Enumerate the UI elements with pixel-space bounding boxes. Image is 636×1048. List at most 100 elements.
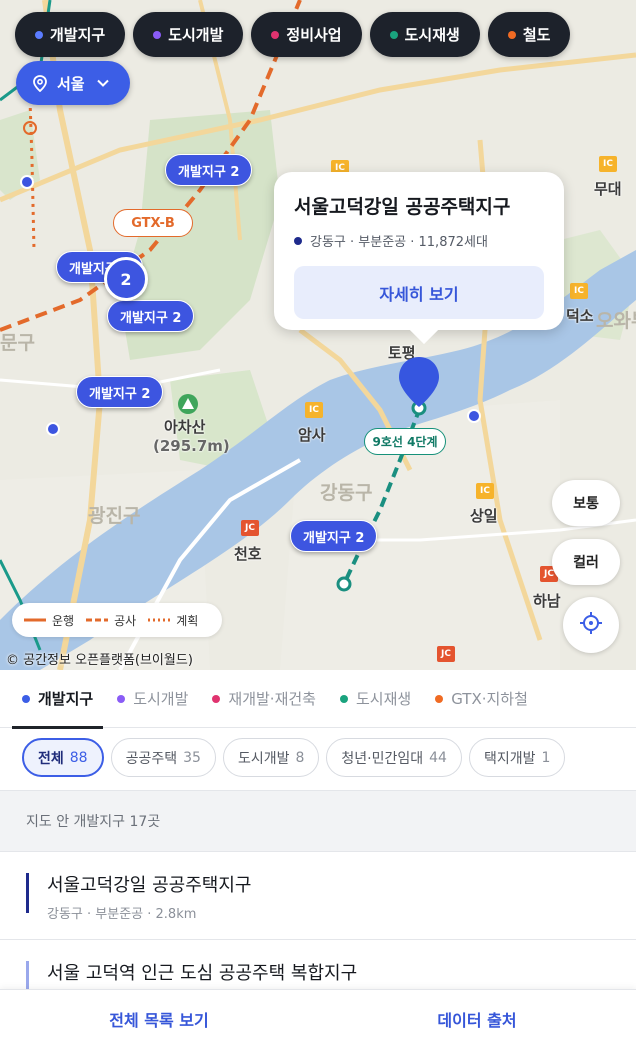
line9-label[interactable]: 9호선 4단계 (364, 428, 446, 455)
tab-dot-icon (22, 694, 30, 703)
tab-urban-regeneration[interactable]: 도시재생 (339, 670, 412, 728)
legend-item-operating: 운행 (24, 612, 74, 629)
tab-urban-development[interactable]: 도시개발 (117, 670, 188, 728)
legend-item-planned: 계획 (148, 612, 198, 629)
map-label-gangdong: 강동구 (320, 482, 373, 504)
district-marker[interactable]: 개발지구 2 (165, 154, 253, 186)
legend-label: 운행 (52, 613, 75, 628)
region-selector[interactable]: 서울 (16, 61, 130, 105)
map-label-mountain-height: (295.7m) (153, 437, 230, 455)
legend-item-construction: 공사 (86, 612, 136, 629)
list-item[interactable]: 서울 고덕역 인근 도심 공공주택 복합지구 (0, 941, 636, 989)
sub-filter-count: 1 (541, 749, 551, 766)
crosshair-icon (578, 610, 604, 640)
list-item-accent-bar (26, 873, 29, 913)
filter-dot-icon (35, 30, 43, 39)
map-style-normal-button[interactable]: 보통 (552, 480, 620, 526)
map-label-gwangjin: 광진구 (88, 505, 141, 527)
cluster-marker[interactable]: 2 (104, 257, 148, 301)
filter-dot-icon (507, 30, 516, 39)
callout-meta: 강동구 · 부분준공 · 11,872세대 (294, 231, 544, 250)
filter-chip-railway[interactable]: 철도 (487, 12, 571, 57)
map-label-mountain: 아차산 (164, 418, 206, 436)
district-marker[interactable]: 개발지구 2 (76, 376, 164, 408)
filter-dot-icon (389, 30, 398, 39)
tab-dot-icon (117, 694, 126, 703)
jc-badge: JC (241, 520, 259, 536)
sub-filter-label: 도시개발 (237, 750, 290, 767)
tab-label: 개발지구 (38, 690, 94, 708)
tab-label: GTX·지하철 (451, 690, 528, 708)
map-label-road-right: 오와부 (596, 310, 636, 332)
sub-filter-land-development[interactable]: 택지개발 1 (468, 738, 566, 777)
sub-filter-count: 88 (69, 749, 88, 766)
data-source-button[interactable]: 데이터 출처 (318, 990, 636, 1048)
tab-label: 재개발·재건축 (228, 690, 316, 708)
tab-gtx-subway[interactable]: GTX·지하철 (435, 670, 528, 728)
map-label-deokso: 덕소 (566, 307, 594, 325)
gtx-line-label[interactable]: GTX-B (113, 209, 193, 237)
legend-label: 공사 (114, 613, 137, 628)
list-section-header: 지도 안 개발지구 17곳 (0, 790, 636, 852)
tab-label: 도시개발 (133, 690, 189, 708)
tab-dot-icon (435, 694, 444, 703)
map-label-hanam: 하남 (533, 592, 561, 610)
sub-filter-public-housing[interactable]: 공공주택 35 (110, 738, 216, 777)
ic-badge: IC (476, 483, 494, 499)
map-label-amsa: 암사 (298, 426, 326, 444)
sub-filter-count: 8 (295, 749, 305, 766)
ic-badge: IC (305, 402, 323, 418)
map-label-cheonho: 천호 (234, 545, 262, 563)
map-view[interactable]: 아차산 (295.7m) 암사 상일 천호 하남 무대 덕소 토평 광진구 강동… (0, 0, 636, 670)
filter-chip-development[interactable]: 개발지구 (15, 12, 126, 57)
sub-filter-count: 35 (183, 749, 201, 766)
tab-label: 도시재생 (355, 690, 412, 708)
district-marker[interactable]: 개발지구 2 (107, 300, 195, 332)
tab-dot-icon (339, 694, 348, 703)
callout-meta-text: 강동구 · 부분준공 · 11,872세대 (310, 235, 488, 250)
callout-dot-icon (294, 236, 302, 245)
filter-chip-label: 도시재생 (404, 26, 460, 44)
bottom-action-bar: 전체 목록 보기 데이터 출처 (0, 989, 636, 1048)
ic-badge: IC (570, 283, 588, 299)
filter-chip-urban-dev[interactable]: 도시개발 (133, 12, 244, 57)
list-item-accent-bar (26, 961, 29, 989)
region-label: 서울 (57, 74, 85, 93)
sub-filter-label: 전체 (38, 750, 64, 767)
category-tabs: 개발지구 도시개발 재개발·재건축 도시재생 GTX·지하철 (0, 670, 636, 729)
list-item-title: 서울 고덕역 인근 도심 공공주택 복합지구 (47, 963, 358, 984)
legend-dotted-line-icon (148, 618, 171, 622)
sub-filter-all[interactable]: 전체 88 (22, 738, 104, 777)
list-item-title: 서울고덕강일 공공주택지구 (47, 875, 252, 896)
sub-filter-youth-rental[interactable]: 청년·민간임대 44 (326, 738, 462, 777)
top-filter-bar: 개발지구 도시개발 정비사업 도시재생 철도 (15, 12, 571, 57)
list-item[interactable]: 서울고덕강일 공공주택지구 강동구 · 부분준공 · 2.8km (0, 853, 636, 940)
filter-chip-label: 도시개발 (168, 26, 224, 44)
sub-filter-label: 택지개발 (483, 750, 536, 767)
jc-badge: JC (437, 646, 455, 662)
filter-chip-regeneration[interactable]: 도시재생 (369, 12, 480, 57)
tab-development-district[interactable]: 개발지구 (11, 670, 104, 729)
view-all-list-button[interactable]: 전체 목록 보기 (0, 990, 318, 1048)
location-pin-icon (33, 74, 47, 92)
tab-dot-icon (212, 694, 221, 703)
district-marker[interactable]: 개발지구 2 (290, 520, 378, 552)
filter-dot-icon (153, 30, 162, 39)
map-copyright: © 공간정보 오픈플랫폼(브이월드) (6, 653, 193, 668)
selected-location-pin-icon[interactable] (397, 355, 441, 415)
legend-solid-line-icon (24, 618, 46, 622)
sub-filter-label: 공공주택 (125, 750, 178, 767)
sub-filter-urban-development[interactable]: 도시개발 8 (222, 738, 320, 777)
tab-redevelopment[interactable]: 재개발·재건축 (212, 670, 316, 728)
district-callout[interactable]: 서울고덕강일 공공주택지구 강동구 · 부분준공 · 11,872세대 자세히 … (274, 172, 564, 330)
chevron-down-icon (96, 79, 109, 87)
my-location-button[interactable] (563, 597, 619, 653)
filter-chip-maintenance[interactable]: 정비사업 (251, 12, 362, 57)
map-label-sangil: 상일 (470, 507, 498, 525)
legend-dashed-line-icon (86, 618, 109, 622)
sub-filter-chips: 전체 88 공공주택 35 도시개발 8 청년·민간임대 44 택지개발 1 (22, 738, 566, 777)
map-style-color-button[interactable]: 컬러 (552, 539, 620, 585)
filter-chip-label: 철도 (522, 26, 551, 44)
sub-filter-count: 44 (429, 749, 447, 766)
detail-button[interactable]: 자세히 보기 (294, 266, 544, 319)
